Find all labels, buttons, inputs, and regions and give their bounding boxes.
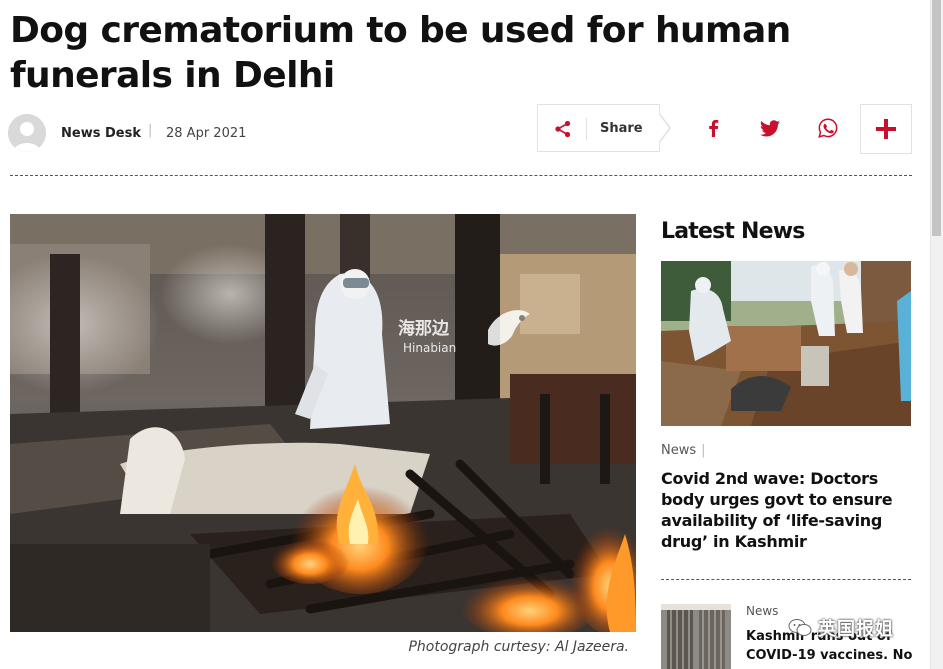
category-separator: | (701, 443, 706, 458)
header-divider (10, 175, 912, 176)
featured-image[interactable]: 海那边 Hinabian (10, 214, 636, 632)
plus-icon (876, 119, 896, 139)
watermark-text: 英国报姐 (818, 619, 894, 640)
scrollbar-thumb[interactable] (932, 0, 941, 236)
news-thumbnail[interactable] (661, 261, 911, 426)
image-watermark-cn: 海那边 (398, 318, 450, 339)
wechat-icon (788, 619, 812, 636)
share-icon (555, 120, 571, 138)
article-meta: News Desk | 28 Apr 2021 (8, 112, 528, 152)
news-headline[interactable]: Covid 2nd wave: Doctors body urges govt … (661, 468, 913, 552)
author-name[interactable]: News Desk (61, 126, 141, 141)
facebook-share-button[interactable] (693, 110, 733, 146)
sidebar-divider (661, 579, 911, 580)
user-avatar-icon (8, 114, 46, 152)
share-button[interactable]: Share (537, 104, 660, 152)
share-pointer (658, 112, 671, 144)
twitter-share-button[interactable] (750, 110, 790, 146)
meta-separator: | (148, 123, 153, 138)
share-label: Share (600, 121, 643, 136)
publish-date: 28 Apr 2021 (166, 126, 247, 141)
whatsapp-share-button[interactable] (808, 110, 848, 146)
more-share-button[interactable] (860, 104, 912, 154)
burial-photo (661, 261, 911, 426)
vaccine-center-photo (661, 604, 731, 669)
share-divider (586, 118, 587, 140)
facebook-icon (709, 119, 719, 137)
news-thumbnail-2[interactable] (661, 604, 731, 669)
news-category[interactable]: News | (661, 443, 706, 458)
image-watermark-en: Hinabian (403, 341, 456, 355)
twitter-icon (760, 119, 780, 136)
latest-news-heading: Latest News (661, 219, 805, 244)
image-caption: Photograph curtesy: Al Jazeera. (408, 639, 629, 655)
whatsapp-icon (818, 118, 838, 138)
cremation-photo: 海那边 Hinabian (10, 214, 636, 632)
wechat-watermark: 英国报姐 (788, 616, 894, 640)
news-category-label[interactable]: News (661, 443, 696, 458)
news-category-2[interactable]: News (746, 604, 778, 618)
author-avatar[interactable] (8, 114, 46, 152)
article-title: Dog crematorium to be used for human fun… (10, 10, 791, 96)
